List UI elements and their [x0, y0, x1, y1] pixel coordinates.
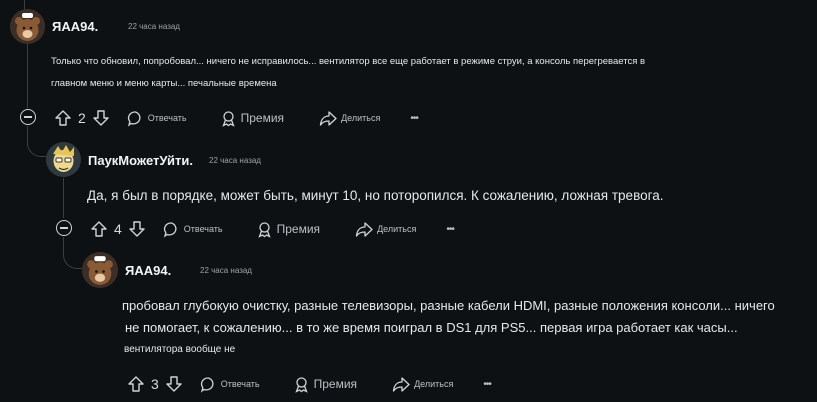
timestamp[interactable]: 22 часа назад: [209, 156, 261, 165]
upvote-icon: [128, 376, 144, 392]
reply-button[interactable]: Отвечать: [127, 110, 187, 127]
upvote-icon: [91, 221, 107, 237]
upvote-icon: [55, 110, 71, 126]
comment-actions: 2 Отвечать Премия Делиться •••: [54, 107, 419, 129]
comment-line: главном меню и меню карты... печальные в…: [51, 78, 277, 89]
downvote-button[interactable]: [92, 109, 110, 127]
award-icon: [294, 376, 308, 393]
more-options-button[interactable]: •••: [410, 113, 418, 124]
share-label: Делиться: [377, 224, 417, 234]
reply-button[interactable]: Отвечать: [163, 221, 223, 238]
timestamp[interactable]: 22 часа назад: [128, 22, 180, 31]
more-options-button[interactable]: •••: [446, 224, 454, 235]
comment-text: Только что обновил, попробовал... ничего…: [51, 51, 645, 95]
share-arrow-icon: [392, 376, 410, 392]
comment-line: Да, я был в порядке, может быть, минут 1…: [87, 188, 664, 203]
downvote-icon: [129, 221, 145, 237]
collapse-thread-button[interactable]: [20, 109, 36, 125]
comment-bubble-icon: [200, 376, 214, 393]
award-button[interactable]: Премия: [293, 376, 357, 393]
comment-line: Только что обновил, попробовал... ничего…: [51, 56, 646, 67]
share-button[interactable]: Делиться: [319, 110, 380, 127]
downvote-icon: [166, 376, 182, 392]
comment-text: пробовал глубокую очистку, разные телеви…: [122, 295, 775, 361]
vote-count: 4: [114, 221, 122, 237]
avatar[interactable]: [10, 9, 45, 44]
comment-bubble-icon: [127, 110, 141, 127]
award-icon: [221, 110, 235, 127]
comment-line: вентилятора вообще не: [124, 344, 236, 355]
vote-count: 2: [78, 110, 86, 126]
comment-line: не помогает, к сожалению... в то же врем…: [125, 320, 738, 335]
username[interactable]: ЯАА94.: [52, 19, 98, 34]
thread-line: [63, 178, 64, 218]
vote-count: 3: [151, 376, 159, 392]
avatar[interactable]: [46, 142, 81, 177]
more-options-button[interactable]: •••: [483, 379, 491, 390]
comment-actions: 4 Отвечать Премия Делиться •••: [90, 218, 455, 240]
award-label: Премия: [313, 377, 358, 391]
share-label: Делиться: [414, 379, 454, 389]
downvote-button[interactable]: [165, 375, 183, 393]
thread-branch: [63, 240, 84, 269]
more-icon: •••: [410, 112, 418, 124]
avatar[interactable]: [82, 252, 118, 288]
reply-label: Отвечать: [220, 379, 260, 389]
award-label: Премия: [276, 222, 321, 236]
share-label: Делиться: [341, 113, 381, 123]
username[interactable]: ЯАА94.: [125, 263, 171, 278]
reply-label: Отвечать: [147, 113, 187, 123]
award-button[interactable]: Премия: [256, 221, 320, 238]
timestamp[interactable]: 22 часа назад: [200, 266, 252, 275]
thread-branch: [27, 130, 48, 157]
award-button[interactable]: Премия: [220, 110, 284, 127]
bear-avatar-icon: [82, 252, 118, 288]
share-arrow-icon: [319, 110, 337, 126]
share-button[interactable]: Делиться: [392, 376, 453, 393]
award-label: Премия: [240, 111, 285, 125]
upvote-button[interactable]: [90, 220, 108, 238]
comment-bubble-icon: [163, 221, 177, 238]
upvote-button[interactable]: [54, 109, 72, 127]
downvote-icon: [93, 110, 109, 126]
reply-button[interactable]: Отвечать: [200, 376, 260, 393]
more-icon: •••: [446, 223, 454, 235]
comment-actions: 3 Отвечать Премия Делиться •••: [127, 373, 492, 395]
share-button[interactable]: Делиться: [355, 221, 416, 238]
reply-label: Отвечать: [183, 224, 223, 234]
upvote-button[interactable]: [127, 375, 145, 393]
more-icon: •••: [483, 378, 491, 390]
comment-line: пробовал глубокую очистку, разные телеви…: [122, 298, 775, 313]
bear-avatar-icon: [10, 9, 45, 44]
award-icon: [257, 221, 271, 238]
collapse-thread-button[interactable]: [56, 220, 72, 236]
username[interactable]: ПаукМожетУйти.: [88, 153, 193, 168]
share-arrow-icon: [355, 221, 373, 237]
downvote-button[interactable]: [128, 220, 146, 238]
cartoon-avatar-icon: [46, 142, 81, 177]
comment-text: Да, я был в порядке, может быть, минут 1…: [87, 185, 663, 207]
thread-line: [27, 44, 28, 108]
